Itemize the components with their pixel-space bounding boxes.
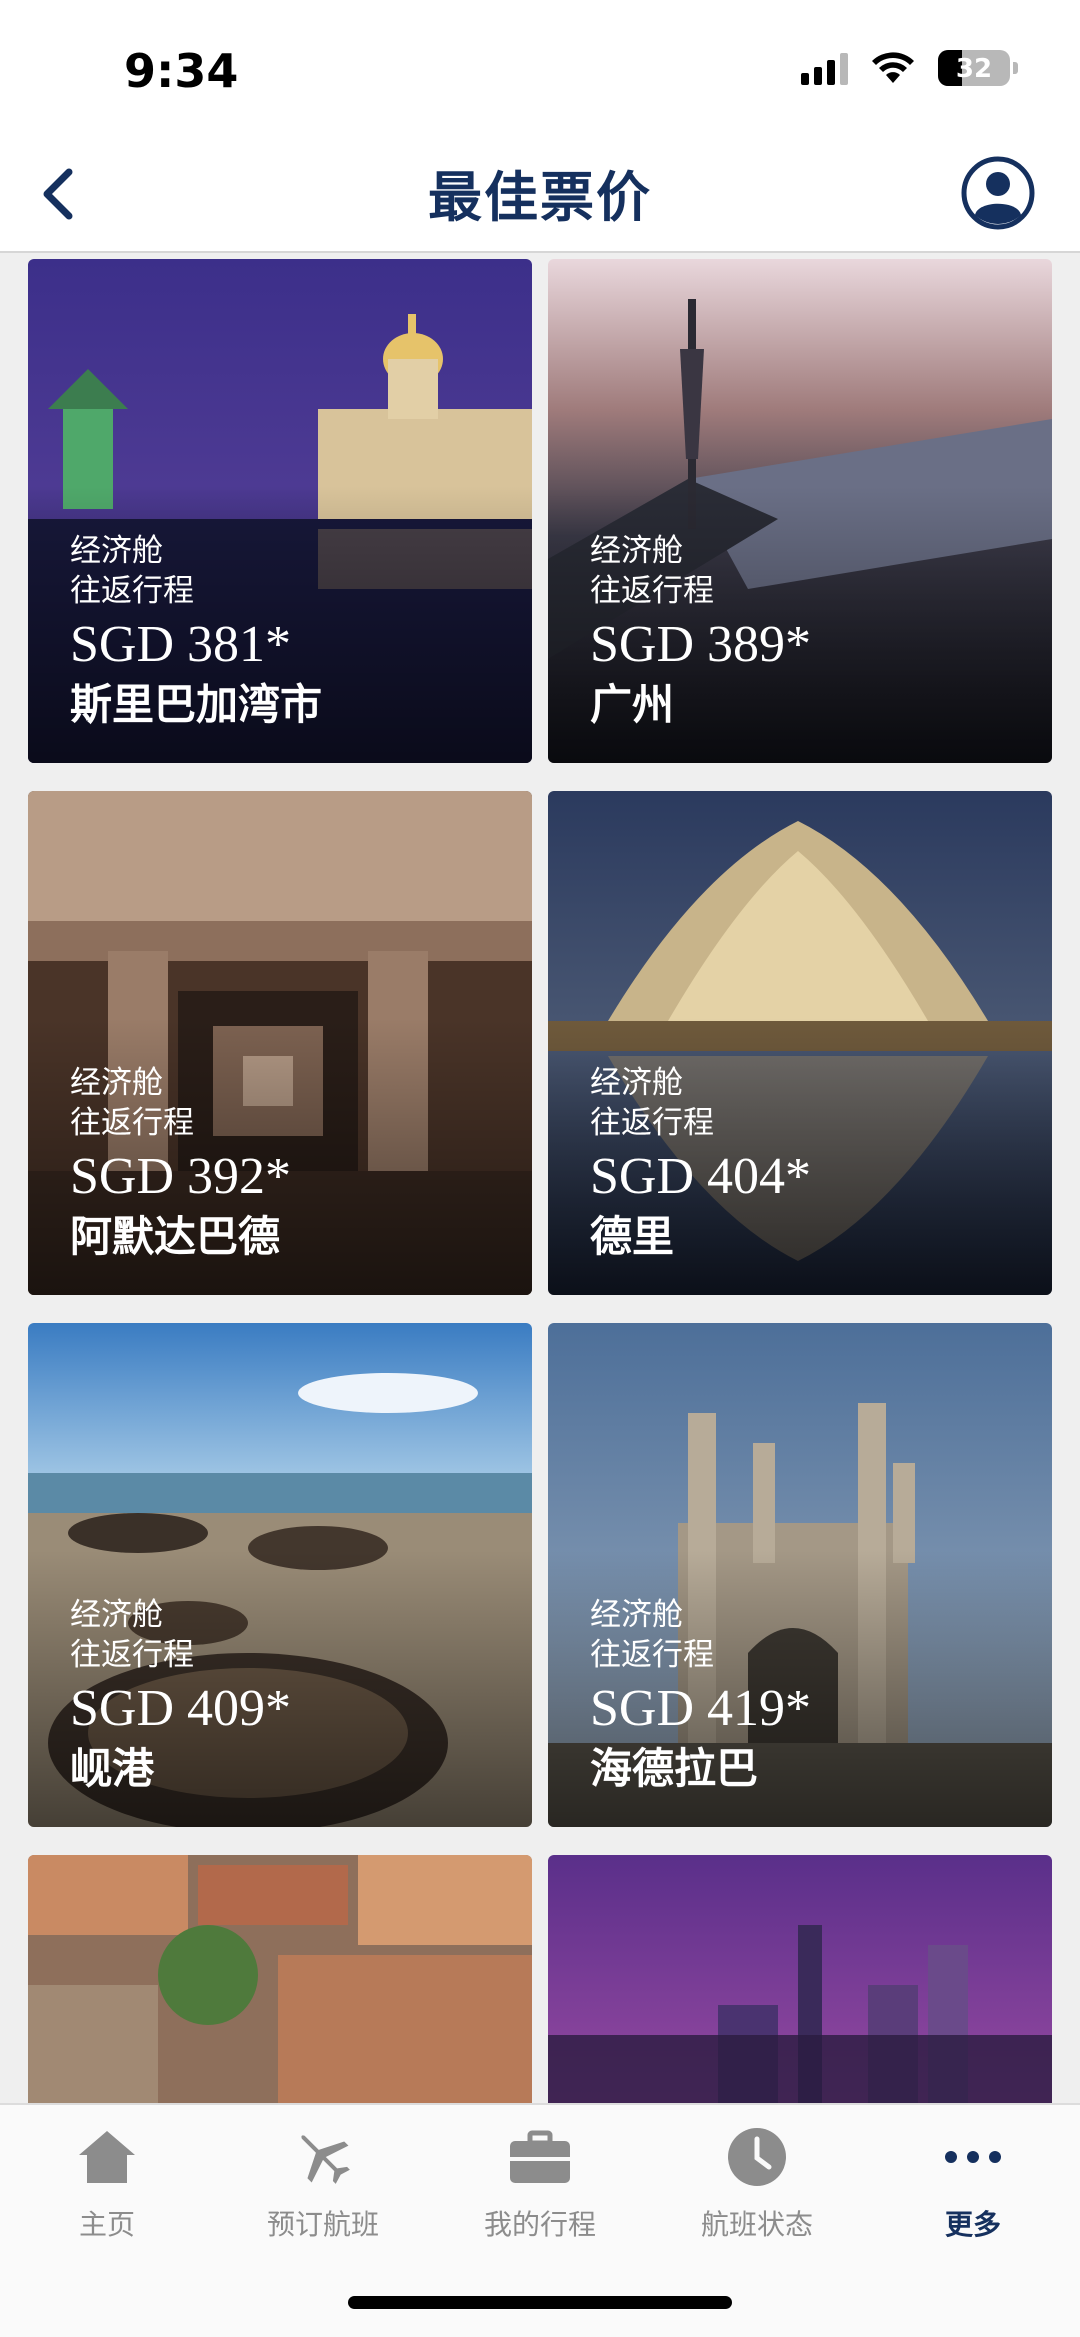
destination-image <box>548 1855 1052 2103</box>
tab-label: 航班状态 <box>700 2208 813 2241</box>
deal-card[interactable]: 经济舱 往返行程 SGD 409* 岘港 <box>28 1323 532 1827</box>
status-icons: 32 <box>801 50 1018 86</box>
deal-price: SGD 404* <box>590 1148 812 1205</box>
deal-card[interactable]: 经济舱 往返行程 SGD 419* 海德拉巴 <box>548 1323 1052 1827</box>
home-icon <box>79 2131 135 2183</box>
tab-label: 我的行程 <box>483 2208 596 2241</box>
wifi-icon <box>872 52 914 83</box>
trip-type: 往返行程 <box>70 1105 194 1141</box>
cabin-class: 经济舱 <box>590 1065 683 1101</box>
tab-label: 主页 <box>78 2208 135 2241</box>
cabin-class: 经济舱 <box>590 1597 683 1633</box>
best-fares-grid: 经济舱 往返行程 SGD 381* 斯里巴加湾市 经济舱 往返行程 SGD 38… <box>0 255 1080 2103</box>
destination-city: 德里 <box>590 1212 675 1261</box>
cabin-class: 经济舱 <box>590 533 683 569</box>
deal-price: SGD 409* <box>70 1680 292 1737</box>
deal-card[interactable]: 经济舱 往返行程 SGD 381* 斯里巴加湾市 <box>28 259 532 763</box>
profile-icon[interactable] <box>960 155 1036 231</box>
header: 最佳票价 <box>0 135 1080 253</box>
battery-icon: 32 <box>938 50 1018 86</box>
tab-label: 更多 <box>944 2208 1001 2241</box>
deal-price: SGD 419* <box>590 1680 812 1737</box>
clock-icon <box>728 2128 786 2186</box>
battery-level: 32 <box>955 54 993 84</box>
destination-image <box>28 1855 532 2103</box>
home-indicator[interactable] <box>348 2296 732 2309</box>
airplane-icon <box>301 2135 350 2184</box>
destination-city: 斯里巴加湾市 <box>70 680 323 729</box>
page-title: 最佳票价 <box>428 166 652 229</box>
destination-city: 广州 <box>590 680 675 729</box>
briefcase-icon <box>510 2130 570 2183</box>
destination-city: 岘港 <box>70 1744 155 1793</box>
tab-home[interactable]: 主页 <box>17 2125 197 2243</box>
cabin-class: 经济舱 <box>70 1597 163 1633</box>
tab-my-trips[interactable]: 我的行程 <box>450 2125 630 2243</box>
tab-label: 预订航班 <box>266 2208 379 2241</box>
deal-card[interactable]: 经济舱 往返行程 SGD 404* 德里 <box>548 791 1052 1295</box>
trip-type: 往返行程 <box>590 573 714 609</box>
trip-type: 往返行程 <box>590 1637 714 1673</box>
cellular-signal-icon <box>801 51 848 85</box>
deal-card[interactable]: 经济舱 往返行程 SGD 392* 阿默达巴德 <box>28 791 532 1295</box>
deal-card[interactable] <box>28 1855 532 2103</box>
destination-city: 阿默达巴德 <box>70 1212 281 1261</box>
status-time: 9:34 <box>124 44 239 98</box>
tab-more[interactable]: 更多 <box>883 2125 1063 2243</box>
deal-card[interactable] <box>548 1855 1052 2103</box>
destination-city: 海德拉巴 <box>590 1744 759 1793</box>
deal-price: SGD 381* <box>70 616 292 673</box>
cabin-class: 经济舱 <box>70 533 163 569</box>
trip-type: 往返行程 <box>590 1105 714 1141</box>
deal-price: SGD 392* <box>70 1148 292 1205</box>
trip-type: 往返行程 <box>70 1637 194 1673</box>
tab-flight-status[interactable]: 航班状态 <box>667 2125 847 2243</box>
deal-price: SGD 389* <box>590 616 812 673</box>
tab-book-flight[interactable]: 预订航班 <box>233 2125 413 2243</box>
status-bar: 9:34 32 <box>0 0 1080 135</box>
more-icon <box>945 2151 1001 2163</box>
trip-type: 往返行程 <box>70 573 194 609</box>
deal-card[interactable]: 经济舱 往返行程 SGD 389* 广州 <box>548 259 1052 763</box>
cabin-class: 经济舱 <box>70 1065 163 1101</box>
